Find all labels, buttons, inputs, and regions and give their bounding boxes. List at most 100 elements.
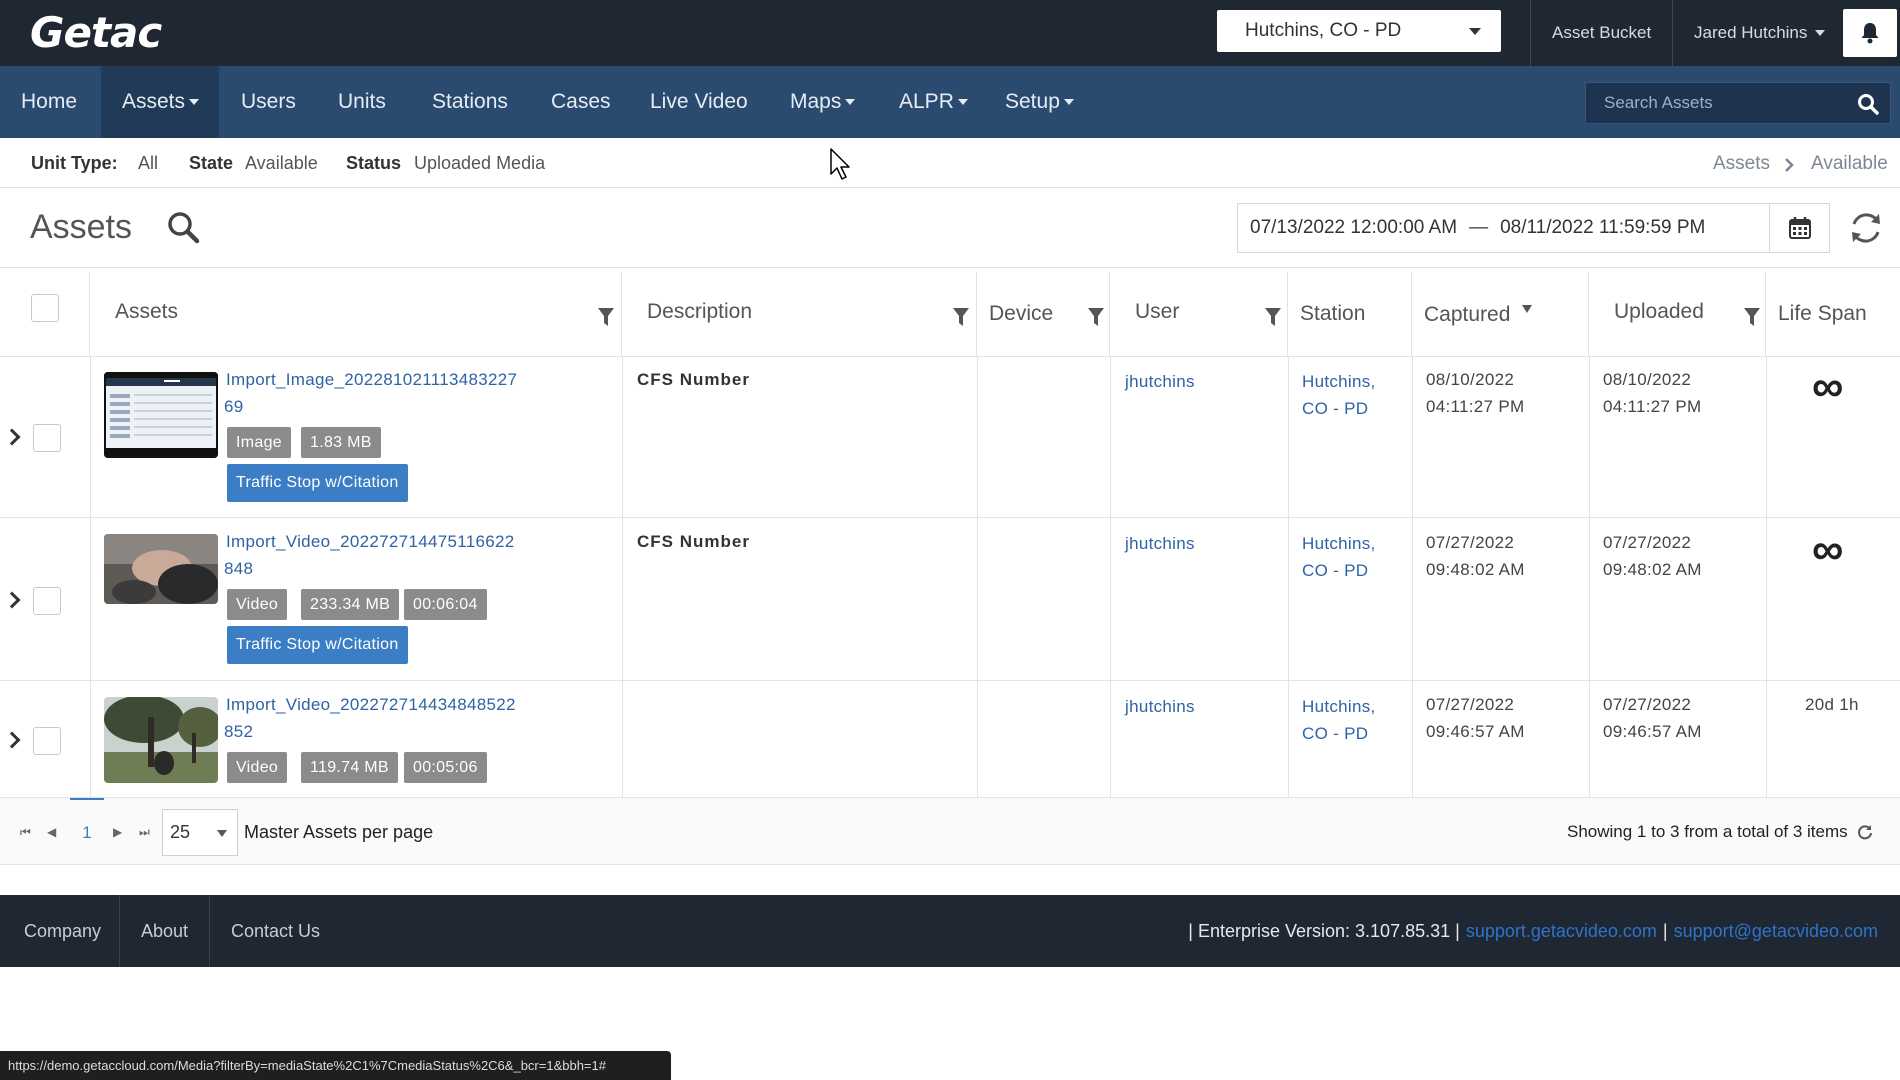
nav-units[interactable]: Units xyxy=(338,66,386,138)
category-button[interactable]: Traffic Stop w/Citation xyxy=(227,464,408,502)
refresh-icon[interactable] xyxy=(1846,208,1886,248)
divider xyxy=(1766,356,1767,797)
user-menu[interactable]: Jared Hutchins xyxy=(1694,0,1826,66)
divider xyxy=(622,356,623,797)
filter-icon[interactable] xyxy=(1088,308,1104,326)
breadcrumb-assets[interactable]: Assets xyxy=(1713,153,1770,175)
station-line: CO - PD xyxy=(1302,561,1369,580)
divider xyxy=(1412,356,1413,797)
date-separator: — xyxy=(1469,217,1489,238)
life-span-infinite: ∞ xyxy=(1812,525,1844,574)
next-page-icon[interactable]: ▶ xyxy=(113,825,122,839)
filter-icon[interactable] xyxy=(953,308,969,326)
asset-thumbnail[interactable] xyxy=(104,534,218,604)
screenshot-thumbnail-image xyxy=(104,372,218,458)
agency-select[interactable]: Hutchins, CO - PD xyxy=(1217,10,1501,52)
asset-bucket-link[interactable]: Asset Bucket xyxy=(1552,0,1651,66)
calendar-icon xyxy=(1788,217,1811,239)
column-header-uploaded[interactable]: Uploaded xyxy=(1589,272,1766,356)
reload-icon[interactable] xyxy=(1857,824,1873,840)
column-header-description[interactable]: Description xyxy=(622,272,977,356)
user-link[interactable]: jhutchins xyxy=(1125,368,1195,395)
search-icon[interactable] xyxy=(166,210,200,244)
footer-company-link[interactable]: Company xyxy=(24,895,101,967)
uploaded-date: 08/10/2022 xyxy=(1603,370,1692,389)
station-link[interactable]: Hutchins, CO - PD xyxy=(1302,693,1376,747)
support-email-link[interactable]: support@getacvideo.com xyxy=(1674,921,1878,942)
nav-users[interactable]: Users xyxy=(241,66,296,138)
chevron-right-icon xyxy=(1785,158,1794,172)
search-assets-input[interactable] xyxy=(1604,93,1834,113)
filter-icon[interactable] xyxy=(1265,308,1281,326)
asset-name-link[interactable]: Import_Image_202281021113483227 69 xyxy=(224,366,517,420)
station-link[interactable]: Hutchins, CO - PD xyxy=(1302,368,1376,422)
date-range-picker[interactable]: 07/13/2022 12:00:00 AM — 08/11/2022 11:5… xyxy=(1237,203,1830,253)
nav-setup[interactable]: Setup xyxy=(1005,66,1074,138)
user-link[interactable]: jhutchins xyxy=(1125,530,1195,557)
divider xyxy=(0,517,1900,518)
column-header-captured[interactable]: Captured xyxy=(1412,272,1589,356)
divider xyxy=(1530,0,1531,66)
filter-icon[interactable] xyxy=(598,308,614,326)
station-link[interactable]: Hutchins, CO - PD xyxy=(1302,530,1376,584)
divider xyxy=(1288,356,1289,797)
top-bar: Getac Hutchins, CO - PD Asset Bucket Jar… xyxy=(0,0,1900,66)
nav-home[interactable]: Home xyxy=(21,66,77,138)
asset-size-badge: 1.83 MB xyxy=(301,427,381,458)
asset-thumbnail[interactable] xyxy=(104,372,218,458)
expand-row-icon[interactable] xyxy=(3,731,21,749)
uploaded-date: 07/27/2022 xyxy=(1603,695,1692,714)
status-value[interactable]: Uploaded Media xyxy=(414,153,545,174)
nav-maps[interactable]: Maps xyxy=(790,66,856,138)
last-page-icon[interactable]: ⏭ xyxy=(139,825,150,840)
column-header-life-span[interactable]: Life Span xyxy=(1766,272,1900,356)
footer-about-link[interactable]: About xyxy=(141,895,188,967)
divider xyxy=(1672,0,1673,66)
agency-select-value: Hutchins, CO - PD xyxy=(1245,20,1402,41)
row-checkbox[interactable] xyxy=(33,587,61,615)
unit-type-value[interactable]: All xyxy=(138,153,158,174)
first-page-icon[interactable]: ⏮ xyxy=(20,825,31,840)
calendar-button[interactable] xyxy=(1769,204,1829,252)
column-header-assets[interactable]: Assets xyxy=(90,272,622,356)
nav-cases[interactable]: Cases xyxy=(551,66,611,138)
nav-assets[interactable]: Assets xyxy=(101,66,219,138)
row-checkbox[interactable] xyxy=(33,424,61,452)
divider xyxy=(0,680,1900,681)
uploaded-date: 07/27/2022 xyxy=(1603,533,1692,552)
nav-stations[interactable]: Stations xyxy=(432,66,508,138)
expand-row-icon[interactable] xyxy=(3,591,21,609)
previous-page-icon[interactable]: ◀ xyxy=(47,825,56,839)
notifications-button[interactable] xyxy=(1843,9,1897,57)
nav-live-video[interactable]: Live Video xyxy=(650,66,748,138)
column-header-user[interactable]: User xyxy=(1110,272,1288,356)
asset-name-link[interactable]: Import_Video_202272714475116622 848 xyxy=(224,528,514,582)
support-site-link[interactable]: support.getacvideo.com xyxy=(1466,921,1657,942)
column-header-station[interactable]: Station xyxy=(1288,272,1412,356)
asset-thumbnail[interactable] xyxy=(104,697,218,783)
expand-row-icon[interactable] xyxy=(3,428,21,446)
row-checkbox[interactable] xyxy=(33,727,61,755)
search-icon[interactable] xyxy=(1856,92,1880,116)
select-all-checkbox[interactable] xyxy=(31,294,59,322)
category-button[interactable]: Traffic Stop w/Citation xyxy=(227,626,408,664)
footer-contact-link[interactable]: Contact Us xyxy=(231,895,320,967)
nav-maps-label: Maps xyxy=(790,90,842,113)
station-line: Hutchins, xyxy=(1302,697,1376,716)
chevron-down-icon xyxy=(957,99,968,105)
select-all-column xyxy=(0,272,90,356)
state-value[interactable]: Available xyxy=(245,153,318,174)
uploaded-time: 04:11:27 PM xyxy=(1603,397,1702,416)
getac-logo[interactable]: Getac xyxy=(30,8,162,57)
page-number-current[interactable]: 1 xyxy=(70,798,104,866)
per-page-select[interactable]: 25 xyxy=(162,809,238,856)
pagination-bar: ⏮ ◀ 1 ▶ ⏭ 25 Master Assets per page Show… xyxy=(0,797,1900,865)
filter-icon[interactable] xyxy=(1744,308,1760,326)
asset-name-link[interactable]: Import_Video_202272714434848522 852 xyxy=(224,691,516,745)
column-header-device[interactable]: Device xyxy=(977,272,1110,356)
user-link[interactable]: jhutchins xyxy=(1125,693,1195,720)
uploaded-datetime: 08/10/2022 04:11:27 PM xyxy=(1603,366,1701,420)
nav-alpr[interactable]: ALPR xyxy=(899,66,968,138)
filter-bar: Unit Type: All State Available Status Up… xyxy=(0,138,1900,188)
video-thumbnail-image xyxy=(104,697,218,783)
